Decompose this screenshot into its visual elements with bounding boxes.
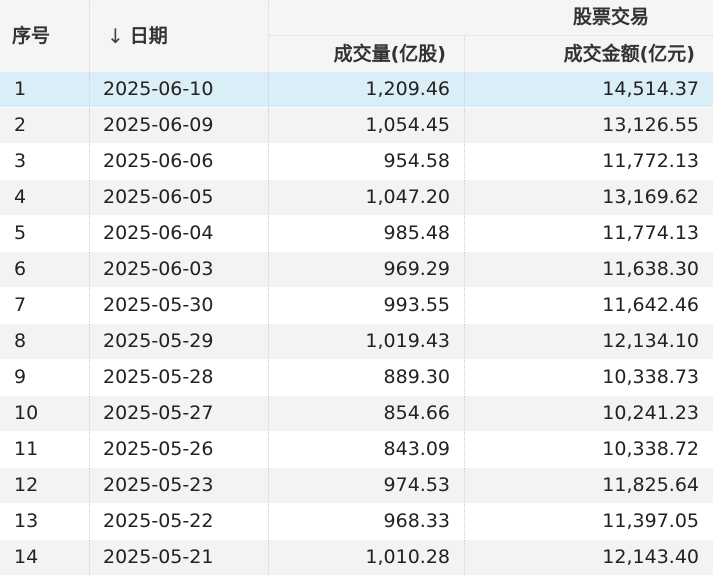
header-index[interactable]: 序号 <box>0 0 90 72</box>
row-5-date[interactable]: 2025-06-04 <box>90 216 269 252</box>
stock-trading-table: 序号 ↓ 日期 股票交易 成交量(亿股) 成交金额(亿元) 1 2025-06-… <box>0 0 713 576</box>
row-4-date[interactable]: 2025-06-05 <box>90 180 269 216</box>
row-4-volume[interactable]: 1,047.20 <box>269 180 465 216</box>
header-group-stock-trading: 股票交易 <box>269 0 713 36</box>
row-11-turnover[interactable]: 10,338.72 <box>465 432 713 468</box>
row-5-volume[interactable]: 985.48 <box>269 216 465 252</box>
row-14-date[interactable]: 2025-05-21 <box>90 540 269 576</box>
row-6-date[interactable]: 2025-06-03 <box>90 252 269 288</box>
row-10-index[interactable]: 10 <box>0 396 90 432</box>
row-7-turnover[interactable]: 11,642.46 <box>465 288 713 324</box>
row-12-date[interactable]: 2025-05-23 <box>90 468 269 504</box>
sort-desc-arrow-icon: ↓ <box>107 24 124 48</box>
row-10-volume[interactable]: 854.66 <box>269 396 465 432</box>
row-14-index[interactable]: 14 <box>0 540 90 576</box>
row-11-date[interactable]: 2025-05-26 <box>90 432 269 468</box>
header-date[interactable]: ↓ 日期 <box>90 0 269 72</box>
row-3-index[interactable]: 3 <box>0 144 90 180</box>
row-12-index[interactable]: 12 <box>0 468 90 504</box>
row-14-turnover[interactable]: 12,143.40 <box>465 540 713 576</box>
row-3-volume[interactable]: 954.58 <box>269 144 465 180</box>
row-9-turnover[interactable]: 10,338.73 <box>465 360 713 396</box>
row-8-index[interactable]: 8 <box>0 324 90 360</box>
row-13-date[interactable]: 2025-05-22 <box>90 504 269 540</box>
row-7-index[interactable]: 7 <box>0 288 90 324</box>
header-index-label: 序号 <box>12 24 51 47</box>
row-1-date[interactable]: 2025-06-10 <box>90 72 269 108</box>
row-11-volume[interactable]: 843.09 <box>269 432 465 468</box>
row-12-volume[interactable]: 974.53 <box>269 468 465 504</box>
row-1-turnover[interactable]: 14,514.37 <box>465 72 713 108</box>
header-volume[interactable]: 成交量(亿股) <box>269 36 465 72</box>
row-6-volume[interactable]: 969.29 <box>269 252 465 288</box>
header-turnover[interactable]: 成交金额(亿元) <box>465 36 713 72</box>
row-2-turnover[interactable]: 13,126.55 <box>465 108 713 144</box>
row-11-index[interactable]: 11 <box>0 432 90 468</box>
row-2-date[interactable]: 2025-06-09 <box>90 108 269 144</box>
row-6-turnover[interactable]: 11,638.30 <box>465 252 713 288</box>
row-13-turnover[interactable]: 11,397.05 <box>465 504 713 540</box>
row-2-index[interactable]: 2 <box>0 108 90 144</box>
row-4-index[interactable]: 4 <box>0 180 90 216</box>
row-8-turnover[interactable]: 12,134.10 <box>465 324 713 360</box>
row-6-index[interactable]: 6 <box>0 252 90 288</box>
row-1-index[interactable]: 1 <box>0 72 90 108</box>
row-10-turnover[interactable]: 10,241.23 <box>465 396 713 432</box>
row-9-volume[interactable]: 889.30 <box>269 360 465 396</box>
header-turnover-label: 成交金额(亿元) <box>563 42 695 65</box>
row-13-index[interactable]: 13 <box>0 504 90 540</box>
row-4-turnover[interactable]: 13,169.62 <box>465 180 713 216</box>
row-10-date[interactable]: 2025-05-27 <box>90 396 269 432</box>
row-9-index[interactable]: 9 <box>0 360 90 396</box>
row-5-turnover[interactable]: 11,774.13 <box>465 216 713 252</box>
header-date-label: 日期 <box>129 24 168 47</box>
row-12-turnover[interactable]: 11,825.64 <box>465 468 713 504</box>
row-13-volume[interactable]: 968.33 <box>269 504 465 540</box>
row-9-date[interactable]: 2025-05-28 <box>90 360 269 396</box>
row-5-index[interactable]: 5 <box>0 216 90 252</box>
row-7-date[interactable]: 2025-05-30 <box>90 288 269 324</box>
row-8-volume[interactable]: 1,019.43 <box>269 324 465 360</box>
row-3-turnover[interactable]: 11,772.13 <box>465 144 713 180</box>
row-8-date[interactable]: 2025-05-29 <box>90 324 269 360</box>
header-group-label: 股票交易 <box>572 6 649 28</box>
row-3-date[interactable]: 2025-06-06 <box>90 144 269 180</box>
row-1-volume[interactable]: 1,209.46 <box>269 72 465 108</box>
row-2-volume[interactable]: 1,054.45 <box>269 108 465 144</box>
header-volume-label: 成交量(亿股) <box>333 42 446 65</box>
row-7-volume[interactable]: 993.55 <box>269 288 465 324</box>
row-14-volume[interactable]: 1,010.28 <box>269 540 465 576</box>
